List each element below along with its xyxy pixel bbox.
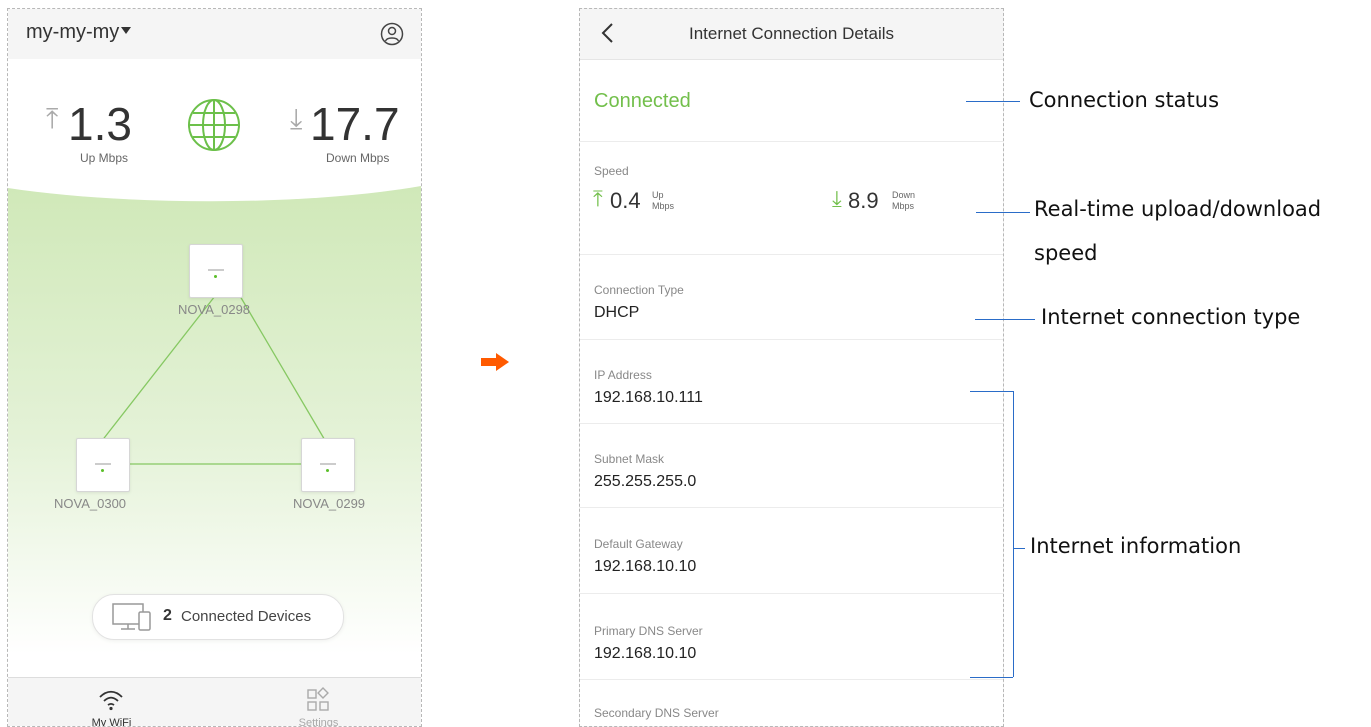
field-label: IP Address (594, 368, 652, 382)
primary-dns-row: Primary DNS Server 192.168.10.10 (580, 594, 1003, 680)
up-unit-bottom: Mbps (652, 201, 675, 211)
connection-type-row: Connection Type DHCP (580, 255, 1003, 340)
node-logo (320, 463, 336, 465)
wifi-icon (99, 690, 123, 711)
callout-line (976, 212, 1030, 213)
tab-bar: My WiFi Settings (8, 677, 421, 727)
devices-icon (112, 603, 151, 631)
mesh-topology: NOVA_0298 NOVA_0300 NOVA_0299 (8, 174, 421, 654)
node-label: NOVA_0298 (178, 302, 251, 317)
settings-grid-icon (307, 687, 329, 711)
field-label: Connection Type (594, 283, 684, 297)
download-arrow-icon: ⤓ (832, 186, 842, 211)
upload-arrow-icon: ⤒ (593, 186, 603, 211)
down-unit-top: Down (892, 190, 916, 200)
node-led-icon (326, 469, 329, 472)
details-header: Internet Connection Details (580, 9, 1003, 60)
down-unit-bottom: Mbps (892, 201, 915, 211)
download-arrow-icon: ⤓ (290, 103, 303, 134)
bracket-tick (1013, 548, 1025, 549)
field-label: Default Gateway (594, 537, 683, 551)
mesh-node-0298[interactable] (189, 244, 243, 298)
page-title: Internet Connection Details (688, 24, 895, 43)
field-value: 192.168.10.10 (594, 645, 697, 662)
wave-divider (8, 174, 421, 202)
connection-status: Connected (594, 90, 691, 112)
node-led-icon (214, 275, 217, 278)
status-section: Connected (580, 60, 1003, 142)
bracket-bottom (970, 677, 1013, 678)
internet-details-screen: Internet Connection Details Connected Sp… (579, 8, 1004, 727)
node-logo (208, 269, 224, 271)
speed-label: Speed (594, 164, 629, 178)
callout-connection-type: Internet connection type (1041, 305, 1301, 329)
up-speed-value: 0.4 (610, 188, 641, 213)
node-label: NOVA_0299 (293, 496, 366, 511)
tab-settings[interactable]: Settings (215, 678, 421, 727)
up-speed-value: 1.3 (68, 98, 132, 150)
callout-connection-status: Connection status (1029, 88, 1220, 112)
right-arrow-icon (481, 353, 509, 371)
upload-arrow-icon: ⤒ (46, 103, 59, 134)
callout-line (966, 101, 1020, 102)
field-value: 192.168.10.10 (594, 558, 697, 575)
down-speed-unit: Down Mbps (326, 151, 390, 165)
ip-address-row: IP Address 192.168.10.111 (580, 340, 1003, 424)
node-logo (95, 463, 111, 465)
callout-line (975, 319, 1035, 320)
up-speed-unit: Up Mbps (80, 151, 129, 165)
home-header: my-my-my (8, 9, 421, 59)
tab-my-wifi[interactable]: My WiFi (8, 678, 215, 727)
field-value: 192.168.10.111 (594, 389, 703, 406)
field-value: DHCP (594, 304, 640, 321)
default-gateway-row: Default Gateway 192.168.10.10 (580, 508, 1003, 594)
up-unit-top: Up (652, 190, 664, 200)
mesh-node-0300[interactable] (76, 438, 130, 492)
globe-icon[interactable] (186, 97, 242, 153)
caret-down-icon[interactable] (121, 27, 131, 34)
bracket-top (970, 391, 1013, 392)
callout-speed-line1: Real-time upload/download (1034, 197, 1322, 221)
node-led-icon (101, 469, 104, 472)
connected-devices-button[interactable]: 2 Connected Devices (92, 594, 344, 640)
down-speed-value: 8.9 (848, 188, 879, 213)
mesh-node-0299[interactable] (301, 438, 355, 492)
bracket-vertical (1013, 391, 1014, 677)
speed-summary: ⤒ 1.3 Up Mbps ⤓ 17.7 Down Mbps (8, 59, 421, 189)
secondary-dns-row: Secondary DNS Server (580, 680, 1003, 726)
home-screen: my-my-my ⤒ 1.3 Up Mbps ⤓ 17.7 Down Mbps (7, 8, 422, 727)
callout-speed-line2: speed (1034, 241, 1098, 265)
tab-label: Settings (298, 717, 339, 727)
field-label: Secondary DNS Server (594, 706, 719, 720)
field-label: Primary DNS Server (594, 624, 703, 638)
field-label: Subnet Mask (594, 452, 665, 466)
down-speed-value: 17.7 (310, 98, 400, 150)
node-label: NOVA_0300 (54, 496, 127, 511)
tab-label: My WiFi (91, 717, 132, 727)
account-icon[interactable] (380, 22, 404, 46)
network-name[interactable]: my-my-my (26, 21, 119, 44)
subnet-mask-row: Subnet Mask 255.255.255.0 (580, 424, 1003, 508)
callout-internet-info: Internet information (1030, 534, 1242, 558)
field-value: 255.255.255.0 (594, 473, 697, 490)
devices-count: 2 (163, 607, 172, 624)
devices-label: Connected Devices (181, 608, 312, 625)
speed-section: Speed ⤒ 0.4 Up Mbps ⤓ 8.9 Down Mbps (580, 142, 1003, 255)
